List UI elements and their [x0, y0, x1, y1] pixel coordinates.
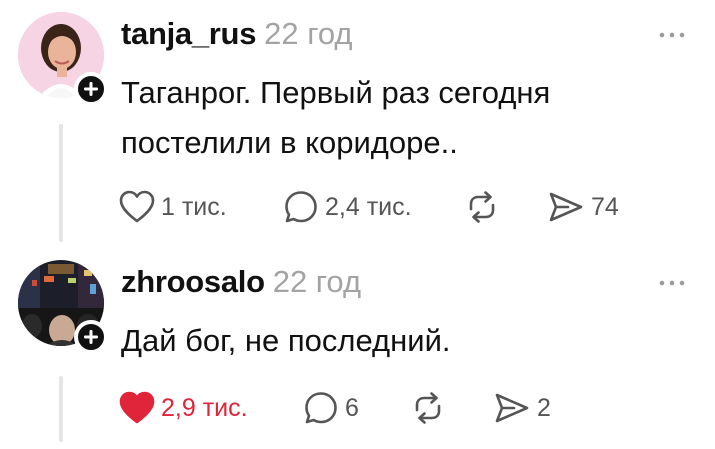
- repost-button[interactable]: [409, 386, 447, 430]
- share-send-icon: [495, 393, 529, 423]
- like-button[interactable]: 2,9 тис.: [119, 386, 248, 430]
- follow-button[interactable]: [74, 72, 108, 106]
- reply-count: 6: [345, 393, 359, 422]
- heart-icon: [119, 391, 155, 424]
- reply-button[interactable]: 2,4 тис.: [283, 185, 412, 229]
- comment-bubble-icon: [305, 392, 337, 424]
- reply-button[interactable]: 6: [303, 386, 359, 430]
- reply-count: 2,4 тис.: [325, 192, 412, 221]
- plus-icon: [84, 330, 98, 344]
- post-text: Дай бог, не последний.: [121, 323, 451, 358]
- more-options-button[interactable]: [657, 20, 687, 50]
- post: zhroosalo 22 год Дай бог, не последний. 2…: [0, 248, 715, 449]
- repost-icon: [415, 392, 441, 424]
- share-button[interactable]: 2: [493, 386, 551, 430]
- share-count: 74: [591, 192, 619, 221]
- repost-icon: [469, 191, 495, 223]
- thread-line: [59, 376, 63, 442]
- more-options-button[interactable]: [657, 268, 687, 298]
- post-time: 22 год: [264, 16, 353, 51]
- share-send-icon: [549, 192, 583, 222]
- post-header: tanja_rus 22 год: [121, 16, 353, 52]
- username[interactable]: zhroosalo: [121, 264, 265, 299]
- post-actions: 2,9 тис. 6 2: [119, 386, 699, 430]
- like-button[interactable]: 1 тис.: [119, 185, 227, 229]
- repost-button[interactable]: [463, 185, 501, 229]
- avatar-container[interactable]: [18, 12, 108, 106]
- comment-bubble-icon: [285, 191, 317, 223]
- post-time: 22 год: [272, 264, 362, 299]
- heart-icon: [119, 190, 155, 223]
- post-text: Таганрог. Первый раз сегодня постелили в…: [121, 75, 551, 160]
- post: tanja_rus 22 год Таганрог. Первый раз сег…: [0, 0, 715, 246]
- thread-line: [59, 124, 63, 242]
- plus-icon: [84, 82, 98, 96]
- username[interactable]: tanja_rus: [121, 16, 256, 51]
- share-button[interactable]: 74: [547, 185, 619, 229]
- follow-button[interactable]: [74, 320, 108, 354]
- more-dots-icon: [659, 280, 685, 286]
- more-dots-icon: [659, 32, 685, 38]
- like-count: 1 тис.: [161, 192, 227, 221]
- like-count: 2,9 тис.: [161, 393, 248, 422]
- avatar-container[interactable]: [18, 260, 108, 354]
- share-count: 2: [537, 393, 551, 422]
- post-actions: 1 тис. 2,4 тис. 74: [119, 185, 699, 229]
- post-header: zhroosalo 22 год: [121, 264, 361, 300]
